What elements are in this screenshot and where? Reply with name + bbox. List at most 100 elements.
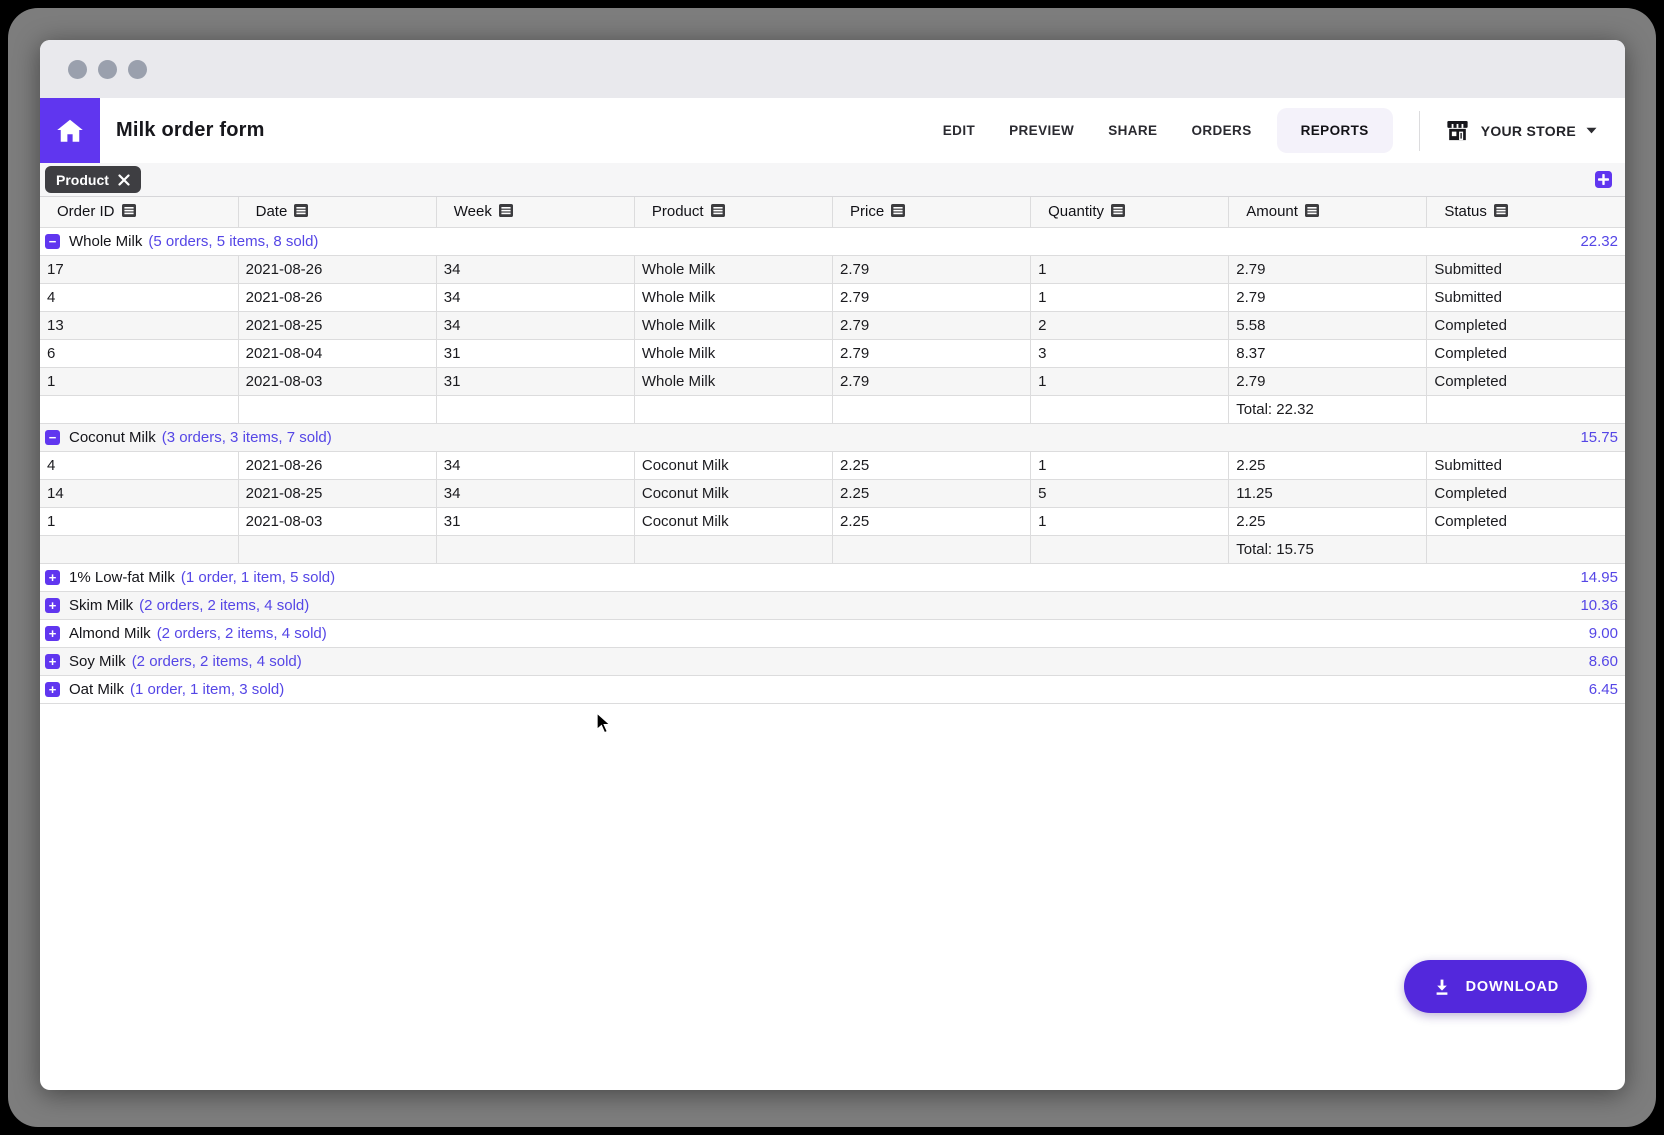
cell: 2.79 [833,255,1031,283]
window-control-dot [98,60,117,79]
cell: 2.79 [1229,255,1427,283]
expand-icon[interactable]: + [45,682,60,697]
cell: 13 [40,311,238,339]
order-row: 42021-08-2634Whole Milk2.7912.79Submitte… [40,283,1625,311]
cell: 1 [1031,255,1229,283]
group-row-soy-milk[interactable]: +Soy Milk(2 orders, 2 items, 4 sold)8.60 [40,647,1625,675]
cell [1427,395,1625,423]
cell: Whole Milk [634,367,832,395]
filter-icon [711,204,725,217]
column-header-week[interactable]: Week [436,197,634,227]
cell: 1 [1031,283,1229,311]
group-summary: (2 orders, 2 items, 4 sold) [157,625,327,642]
group-row-oat-milk[interactable]: + Oat Milk (1 order, 1 item, 3 sold) 6.45 [40,675,1625,703]
group-total-row: Total: 22.32 [40,395,1625,423]
group-summary: (5 orders, 5 items, 8 sold) [148,233,318,250]
group-name: 1% Low-fat Milk [69,569,175,586]
cell: Coconut Milk [634,451,832,479]
group-summary: (2 orders, 2 items, 4 sold) [139,597,309,614]
column-header-label: Week [454,203,492,220]
cell: 34 [436,451,634,479]
column-header-quantity[interactable]: Quantity [1031,197,1229,227]
nav-item-share[interactable]: SHARE [1108,123,1157,138]
cell: Completed [1427,479,1625,507]
group-name: Oat Milk [69,681,124,698]
cell: Submitted [1427,283,1625,311]
chip-label: Product [56,172,109,188]
app-header: Milk order form EDITPREVIEWSHAREORDERSRE… [40,98,1625,163]
column-header-label: Amount [1246,203,1298,220]
expand-icon[interactable]: + [45,654,60,669]
order-row: 142021-08-2534Coconut Milk2.25511.25Comp… [40,479,1625,507]
group-name: Soy Milk [69,653,126,670]
filter-icon [294,204,308,217]
column-header-amount[interactable]: Amount [1229,197,1427,227]
cell: 2.79 [1229,283,1427,311]
download-button[interactable]: DOWNLOAD [1404,960,1587,1013]
group-total-label: Total: 22.32 [1229,395,1427,423]
cell: Completed [1427,339,1625,367]
group-row-skim-milk[interactable]: +Skim Milk(2 orders, 2 items, 4 sold)10.… [40,591,1625,619]
column-header-date[interactable]: Date [238,197,436,227]
column-header-label: Quantity [1048,203,1104,220]
cell [833,535,1031,563]
collapse-icon[interactable]: − [45,234,60,249]
download-button-label: DOWNLOAD [1466,979,1559,995]
cell: Completed [1427,367,1625,395]
cell: 34 [436,283,634,311]
column-header-label: Date [256,203,288,220]
group-row-1-low-fat-milk[interactable]: +1% Low-fat Milk(1 order, 1 item, 5 sold… [40,563,1625,591]
column-header-status[interactable]: Status [1427,197,1625,227]
cell [634,535,832,563]
filter-icon [499,204,513,217]
cell: 2.25 [833,479,1031,507]
cell: Completed [1427,311,1625,339]
column-header-product[interactable]: Product [634,197,832,227]
cell: Coconut Milk [634,507,832,535]
cell: 8.37 [1229,339,1427,367]
filter-bar: Product [40,163,1625,196]
cell: 2021-08-25 [238,479,436,507]
column-header-order-id[interactable]: Order ID [40,197,238,227]
cell: Completed [1427,507,1625,535]
group-total-amount: 14.95 [1580,569,1620,586]
group-row-almond-milk[interactable]: +Almond Milk(2 orders, 2 items, 4 sold)9… [40,619,1625,647]
product-filter-chip[interactable]: Product [45,166,141,193]
nav-item-reports[interactable]: REPORTS [1277,108,1393,153]
order-row: 12021-08-0331Whole Milk2.7912.79Complete… [40,367,1625,395]
group-row-coconut-milk[interactable]: −Coconut Milk(3 orders, 3 items, 7 sold)… [40,423,1625,451]
cell: 2021-08-03 [238,367,436,395]
cell: 2 [1031,311,1229,339]
expand-icon[interactable]: + [45,626,60,641]
nav-item-preview[interactable]: PREVIEW [1009,123,1074,138]
store-menu-button[interactable]: YOUR STORE [1444,117,1597,144]
cell: 14 [40,479,238,507]
column-header-price[interactable]: Price [833,197,1031,227]
collapse-icon[interactable]: − [45,430,60,445]
add-filter-button[interactable] [1595,171,1612,188]
cell: 6 [40,339,238,367]
group-total-amount: 6.45 [1589,681,1620,698]
close-icon[interactable] [118,174,130,186]
cell: 4 [40,283,238,311]
group-summary: (1 order, 1 item, 3 sold) [130,681,284,698]
window-control-dot [68,60,87,79]
home-icon [55,116,85,146]
expand-icon[interactable]: + [45,598,60,613]
nav-item-orders[interactable]: ORDERS [1191,123,1251,138]
expand-icon[interactable]: + [45,570,60,585]
home-button[interactable] [40,98,100,163]
nav-item-edit[interactable]: EDIT [943,123,975,138]
screen: Milk order form EDITPREVIEWSHAREORDERSRE… [0,0,1664,1135]
cell: 2.25 [833,451,1031,479]
order-row: 12021-08-0331Coconut Milk2.2512.25Comple… [40,507,1625,535]
plus-icon [1598,174,1609,185]
group-row-whole-milk[interactable]: −Whole Milk(5 orders, 5 items, 8 sold)22… [40,227,1625,255]
cell: 34 [436,311,634,339]
cell: 2.25 [1229,507,1427,535]
group-total-label: Total: 15.75 [1229,535,1427,563]
cell [40,535,238,563]
group-name: Skim Milk [69,597,133,614]
store-menu-label: YOUR STORE [1481,123,1576,139]
cell: 1 [1031,367,1229,395]
